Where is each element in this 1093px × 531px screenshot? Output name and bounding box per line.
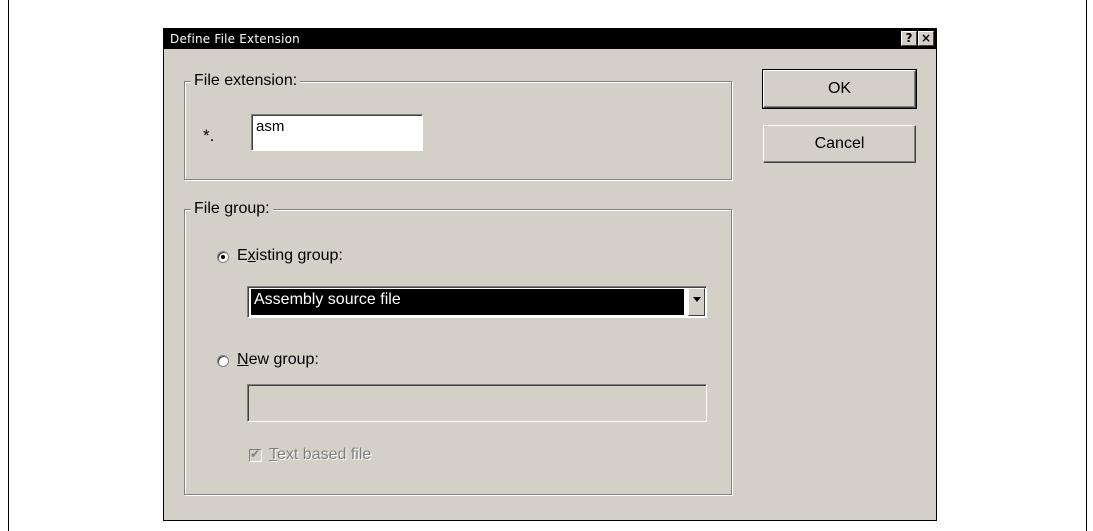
new-label-accel: N xyxy=(237,351,249,368)
combo-selection: Assembly source file xyxy=(251,289,684,315)
close-button[interactable]: × xyxy=(918,31,934,46)
title-bar[interactable]: Define File Extension ? × xyxy=(164,29,936,49)
ok-button-label: OK xyxy=(827,80,852,97)
define-file-extension-dialog: Define File Extension ? × File extension… xyxy=(163,28,937,521)
ok-button[interactable]: OK xyxy=(762,69,917,109)
extension-input-value: asm xyxy=(256,118,285,135)
file-group-legend: File group: xyxy=(191,199,273,219)
existing-label-accel: x xyxy=(247,247,256,264)
new-group-radio[interactable]: New group: xyxy=(217,350,417,372)
file-group: File group: Existing group: Assembly sou… xyxy=(184,199,732,495)
text-based-rest: ext based file xyxy=(277,446,372,463)
new-group-label: New group: xyxy=(237,350,319,370)
check-icon: ✔ xyxy=(250,447,261,461)
file-extension-legend: File extension: xyxy=(191,71,301,91)
text-based-checkbox-box[interactable]: ✔ xyxy=(249,447,262,462)
dialog-title: Define File Extension xyxy=(170,32,300,46)
combo-selected-value: Assembly source file xyxy=(254,291,401,308)
new-group-input[interactable] xyxy=(247,384,707,422)
text-based-label: Text based file xyxy=(269,445,371,465)
text-based-accel: T xyxy=(269,446,277,463)
existing-group-radio[interactable]: Existing group: xyxy=(217,246,417,268)
file-extension-group: File extension: *. asm xyxy=(184,71,732,180)
existing-group-label: Existing group: xyxy=(237,246,343,266)
existing-label-part: E xyxy=(237,247,248,264)
existing-group-combobox[interactable]: Assembly source file xyxy=(247,286,707,318)
new-group-radio-button[interactable] xyxy=(217,355,229,367)
extension-prefix: *. xyxy=(203,126,215,145)
cancel-button[interactable]: Cancel xyxy=(763,125,916,163)
help-icon: ? xyxy=(905,31,913,45)
chevron-down-icon xyxy=(693,297,701,302)
text-based-file-checkbox[interactable]: ✔ Text based file xyxy=(249,445,449,467)
existing-group-radio-button[interactable] xyxy=(217,251,229,263)
extension-input[interactable]: asm xyxy=(251,114,423,151)
help-button[interactable]: ? xyxy=(901,31,917,46)
existing-label-rest: isting group: xyxy=(255,247,343,264)
combo-dropdown-button[interactable] xyxy=(688,288,705,316)
new-label-rest: ew group: xyxy=(248,351,319,368)
cancel-button-label: Cancel xyxy=(814,135,865,152)
radio-selected-dot xyxy=(221,255,225,259)
close-icon: × xyxy=(920,31,932,45)
